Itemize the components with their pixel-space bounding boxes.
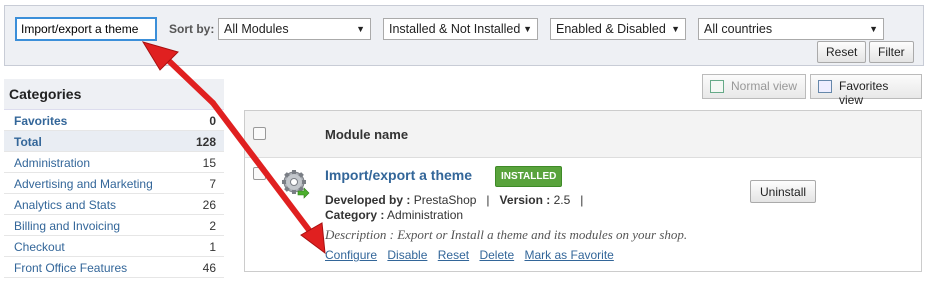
annotation-arrow-icon [141, 41, 326, 255]
annotation-arrows [141, 41, 326, 255]
